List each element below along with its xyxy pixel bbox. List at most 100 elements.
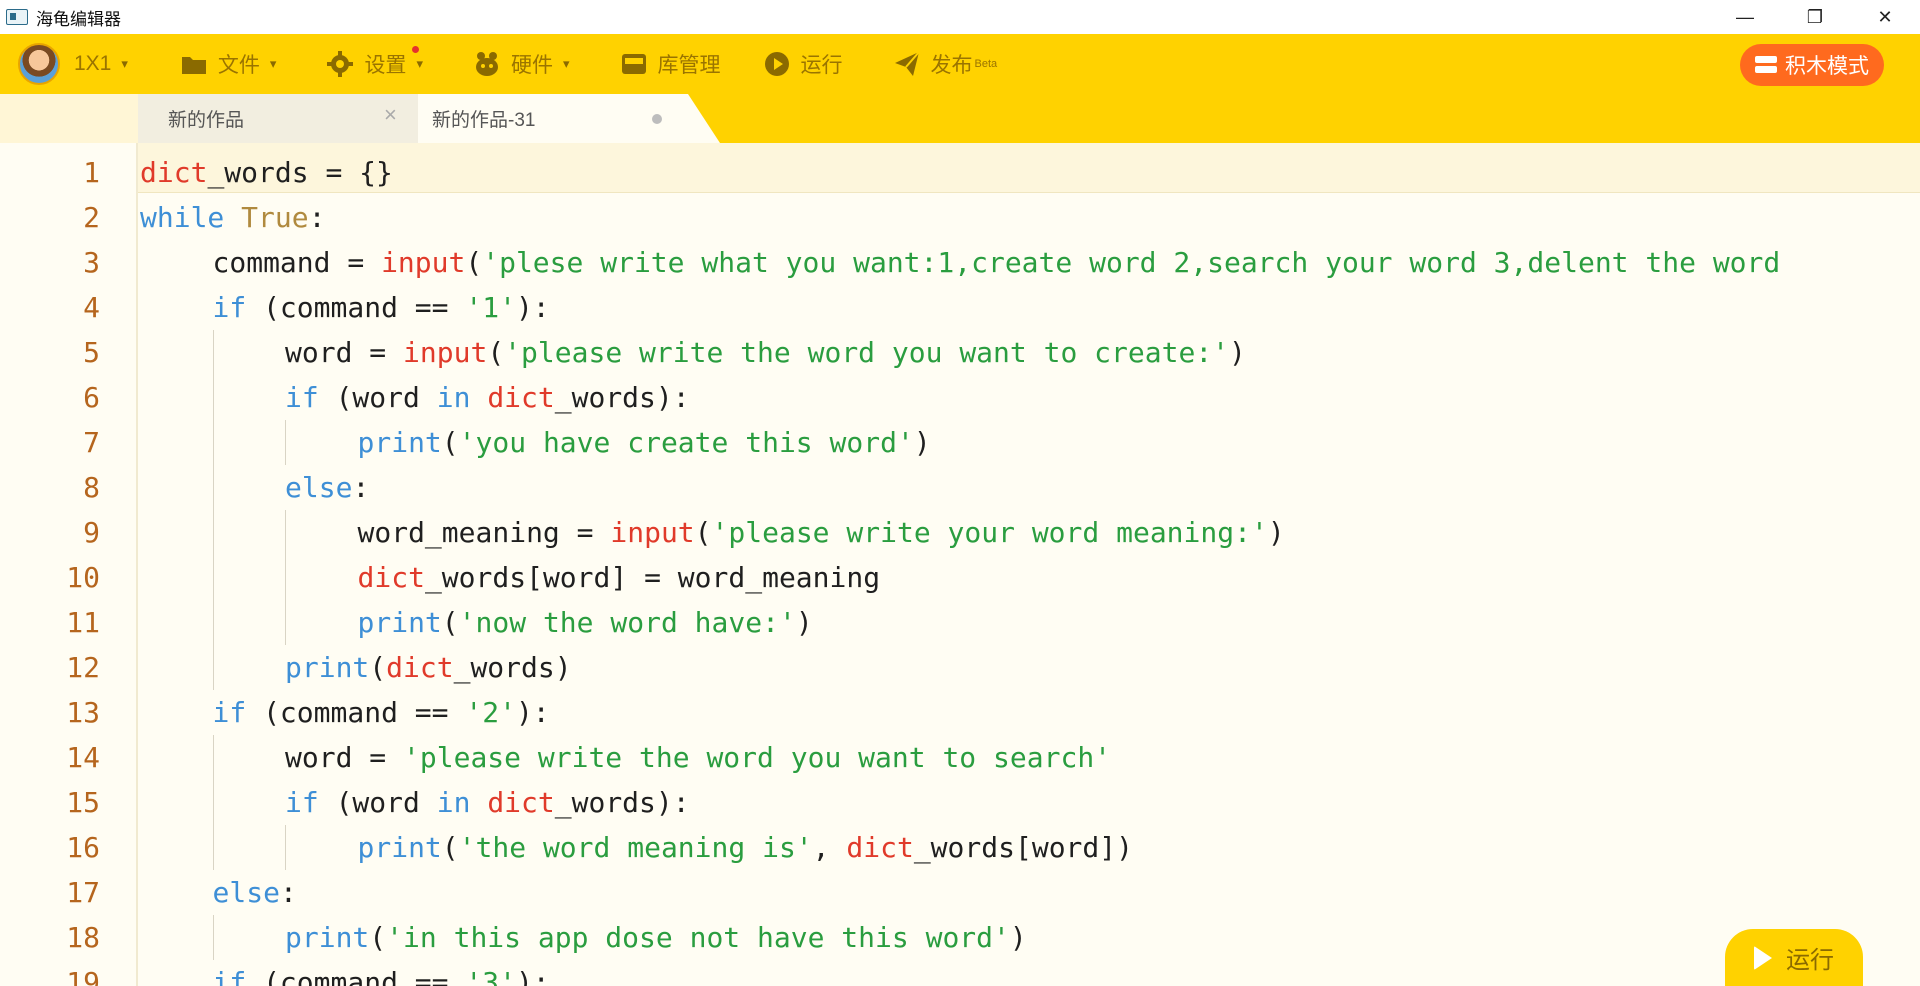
folder-icon (180, 50, 208, 78)
code-line[interactable]: dict_words = {} (140, 150, 393, 195)
window-controls: — ❐ ✕ (1710, 0, 1920, 34)
code-token: ) (1267, 516, 1285, 549)
code-token: ( (694, 516, 712, 549)
window-title: 海龟编辑器 (36, 9, 121, 29)
line-number: 9 (83, 516, 100, 549)
code-token: ) (913, 426, 931, 459)
tab-new-work-31[interactable]: 新的作品-31 (418, 94, 720, 143)
publish-label: 发布 (930, 54, 973, 77)
code-token: dict (140, 156, 208, 189)
code-line[interactable]: if (command == '1'): (213, 285, 550, 330)
code-token: word = (285, 741, 404, 774)
minimize-button[interactable]: — (1710, 0, 1780, 34)
tab-new-work[interactable]: 新的作品 × (138, 94, 418, 143)
run-button[interactable]: 运行 (1725, 929, 1863, 986)
code-token: , (812, 831, 847, 864)
line-number: 6 (83, 381, 100, 414)
code-token: ) (1229, 336, 1246, 369)
line-number: 16 (66, 831, 100, 864)
code-token: (word (318, 786, 437, 819)
indent-guide (285, 510, 286, 555)
indent-guide (285, 420, 286, 465)
settings-menu[interactable]: 设置 ▾ (326, 34, 423, 94)
chevron-down-icon: ▾ (416, 56, 423, 71)
line-number: 15 (66, 786, 100, 819)
restore-button[interactable]: ❐ (1780, 0, 1850, 34)
user-menu[interactable]: 1X1 ▾ (74, 34, 128, 94)
code-line[interactable]: while True: (140, 195, 325, 240)
hardware-menu[interactable]: 硬件 ▾ (473, 34, 570, 94)
code-token: (word (318, 381, 437, 414)
code-line[interactable]: word = input('please write the word you … (285, 330, 1246, 375)
code-token: ( (465, 246, 483, 279)
run-toolbar-button[interactable]: 运行 (763, 34, 843, 94)
code-token: while (140, 201, 225, 234)
chevron-down-icon: ▾ (562, 56, 570, 71)
code-token: else (285, 471, 353, 504)
code-token: 'in this app dose not have this word' (386, 921, 1010, 954)
file-menu[interactable]: 文件 ▾ (180, 34, 276, 94)
indent-guide (285, 555, 286, 600)
code-token: _words): (554, 381, 690, 414)
library-manager-button[interactable]: 库管理 (620, 34, 721, 94)
code-token: (command == (246, 696, 466, 729)
code-line[interactable]: if (word in dict_words): (285, 780, 690, 825)
code-line[interactable]: print('in this app dose not have this wo… (285, 915, 1027, 960)
code-token: '3' (465, 966, 516, 986)
tab-label: 新的作品-31 (432, 110, 536, 131)
unsaved-dot-icon[interactable] (652, 114, 662, 124)
code-token: if (212, 291, 247, 324)
code-editor[interactable]: 1 2 3 4 5 6 7 8 9 10 11 12 13 14 15 16 17 18 19 dict_words… (0, 143, 1920, 986)
indent-guide (212, 420, 214, 465)
indent-guide (285, 600, 286, 645)
code-line[interactable]: command = input('plese write what you wa… (213, 240, 1781, 285)
code-line[interactable]: else: (213, 870, 297, 915)
code-line[interactable]: if (command == '3'): (213, 960, 550, 986)
beta-badge: Beta (974, 58, 998, 70)
indent-guide (212, 600, 214, 645)
robot-icon (473, 50, 501, 78)
code-token: '2' (465, 696, 516, 729)
code-token: else (212, 876, 280, 909)
code-line[interactable]: print('you have create this word') (358, 420, 931, 465)
code-line[interactable]: else: (285, 465, 369, 510)
publish-button[interactable]: 发布 Beta (893, 34, 998, 94)
code-token: 'please write the word you want to searc… (403, 741, 1112, 774)
run-button-label: 运行 (1786, 947, 1834, 974)
code-token: ): (515, 696, 550, 729)
indent-guide (212, 645, 214, 690)
code-token: dict (487, 381, 555, 414)
code-token: print (357, 606, 442, 639)
close-button[interactable]: ✕ (1850, 0, 1920, 34)
close-icon[interactable]: × (384, 102, 397, 128)
code-line[interactable]: if (word in dict_words): (285, 375, 690, 420)
code-token: ) (795, 606, 813, 639)
code-token: print (357, 831, 442, 864)
code-token: (command == (246, 966, 466, 986)
indent-guide (212, 825, 214, 870)
indent-guide (212, 465, 214, 510)
code-token: 'now the word have:' (458, 606, 796, 639)
code-line[interactable]: word_meaning = input('please write your … (358, 510, 1285, 555)
code-token: dict (386, 651, 454, 684)
code-token: if (285, 786, 319, 819)
settings-label: 设置 (364, 54, 407, 77)
code-line[interactable]: if (command == '2'): (213, 690, 550, 735)
code-line[interactable]: print(dict_words) (285, 645, 572, 690)
code-line[interactable]: word = 'please write the word you want t… (285, 735, 1111, 780)
app-icon (6, 9, 28, 25)
code-line[interactable]: dict_words[word] = word_meaning (358, 555, 881, 600)
code-token: input (403, 336, 488, 369)
avatar[interactable] (18, 43, 60, 85)
indent-guide (212, 375, 214, 420)
block-mode-button[interactable]: 积木模式 (1740, 44, 1884, 86)
line-number: 7 (83, 426, 100, 459)
code-token: _words[word] = word_meaning (424, 561, 881, 594)
code-token: ): (515, 291, 550, 324)
code-line[interactable]: print('now the word have:') (358, 600, 813, 645)
package-icon (620, 50, 648, 78)
gear-icon (326, 50, 354, 78)
code-line[interactable]: print('the word meaning is', dict_words[… (358, 825, 1133, 870)
code-token: dict (357, 561, 425, 594)
